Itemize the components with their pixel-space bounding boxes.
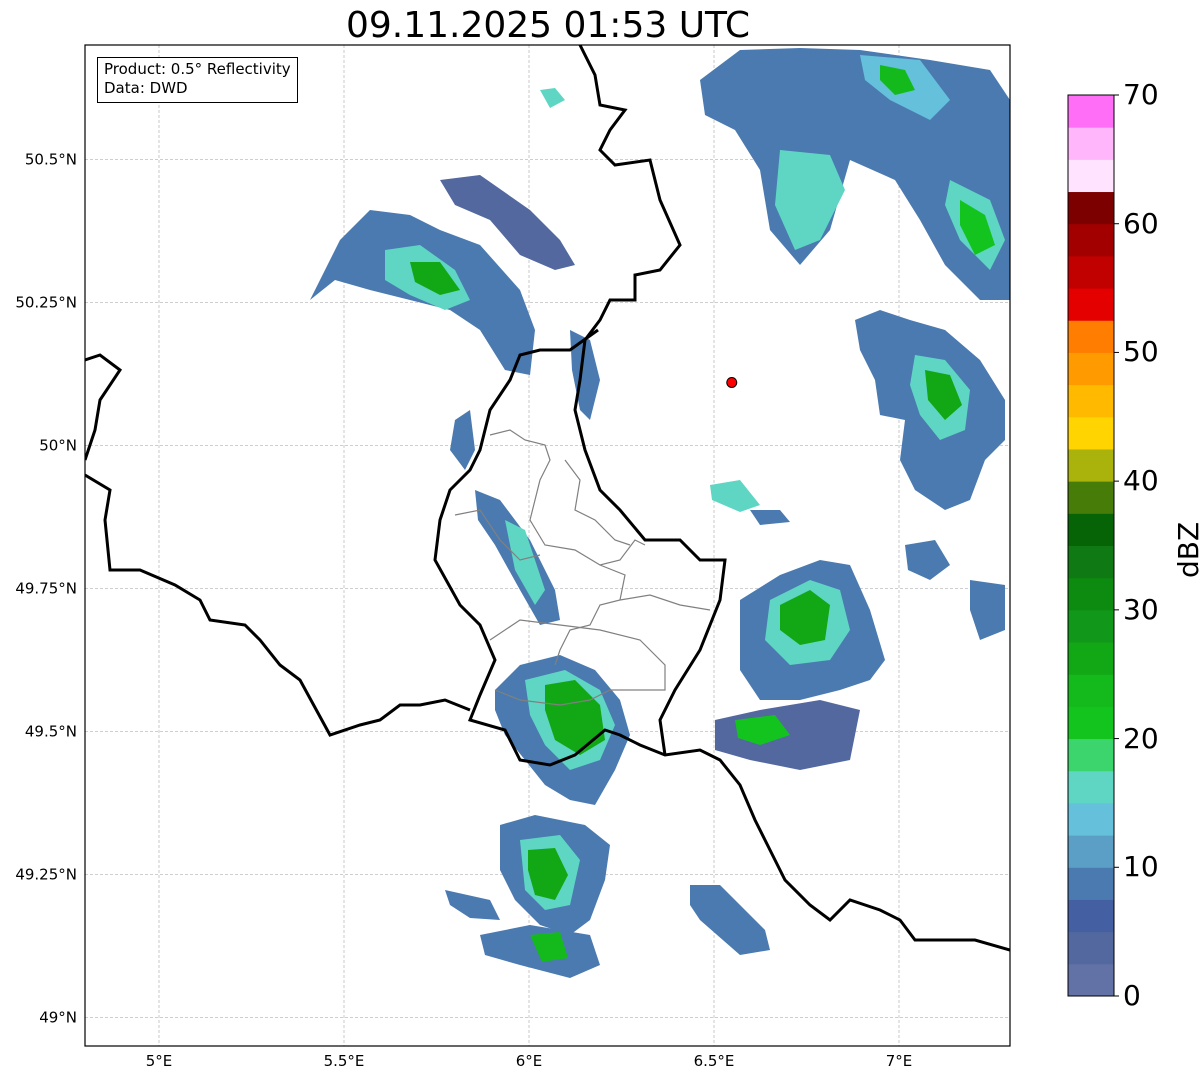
colorbar-segment <box>1068 255 1114 289</box>
colorbar-segment <box>1068 320 1114 353</box>
colorbar <box>1067 94 1119 997</box>
colorbar-tick-label: 70 <box>1123 78 1159 111</box>
echo-cluster-northwest <box>310 175 575 375</box>
data-source-label: Data: DWD <box>104 79 188 97</box>
colorbar-segment <box>1068 416 1114 450</box>
colorbar-segment <box>1068 899 1114 933</box>
longitude-labels: 5°E 5.5°E 6°E 6.5°E 7°E <box>146 1052 913 1070</box>
lat-tick-label: 49.25°N <box>15 865 77 883</box>
colorbar-segment <box>1068 127 1114 160</box>
colorbar-segment <box>1068 577 1114 611</box>
echo-cluster-east <box>855 310 1005 510</box>
colorbar-segment <box>1068 770 1114 804</box>
colorbar-segment <box>1068 642 1114 675</box>
lon-tick-label: 6°E <box>516 1052 543 1070</box>
lon-tick-label: 7°E <box>886 1052 913 1070</box>
colorbar-tick-label: 30 <box>1123 592 1159 626</box>
colorbar-segment <box>1068 513 1114 546</box>
lon-tick-label: 5°E <box>146 1052 173 1070</box>
latitude-labels: 49°N 49.25°N 49.5°N 49.75°N 50°N 50.25°N 50.5°… <box>15 150 77 1026</box>
colorbar-segment <box>1068 738 1114 772</box>
colorbar-segment <box>1068 545 1114 579</box>
colorbar-segment <box>1068 191 1114 225</box>
colorbar-tick-label: 60 <box>1123 206 1159 240</box>
colorbar-tick-label: 40 <box>1123 464 1159 498</box>
lat-tick-label: 50.5°N <box>25 150 77 168</box>
echo-cluster-center-east <box>715 560 885 770</box>
lat-tick-label: 50°N <box>39 436 77 454</box>
colorbar-segment <box>1068 609 1114 643</box>
colorbar-segment <box>1068 706 1114 740</box>
colorbar-tick-label: 0 <box>1123 979 1141 1012</box>
colorbar-tick-label: 20 <box>1123 721 1159 755</box>
echo-cluster-northeast <box>700 48 1010 300</box>
product-label: Product: 0.5° Reflectivity <box>104 60 291 78</box>
colorbar-segment <box>1068 931 1114 965</box>
colorbar-segment <box>1068 159 1114 193</box>
product-info-box: Product: 0.5° Reflectivity Data: DWD <box>97 57 298 103</box>
colorbar-segment <box>1068 384 1114 418</box>
lat-tick-label: 49.75°N <box>15 579 77 597</box>
colorbar-segment <box>1068 867 1114 900</box>
colorbar-segment <box>1068 288 1114 321</box>
colorbar-segment <box>1068 674 1114 707</box>
radar-map[interactable]: 49°N 49.25°N 49.5°N 49.75°N 50°N 50.25°N 50.5°… <box>0 0 1202 1081</box>
colorbar-segment <box>1068 223 1114 257</box>
colorbar-unit-label: dBZ <box>1172 521 1202 578</box>
colorbar-segment <box>1068 352 1114 386</box>
lon-tick-label: 6.5°E <box>694 1052 735 1070</box>
colorbar-segment <box>1068 448 1114 482</box>
lon-tick-label: 5.5°E <box>324 1052 365 1070</box>
colorbar-tick-label: 10 <box>1123 850 1159 884</box>
colorbar-tick-label: 50 <box>1123 335 1159 369</box>
radar-site-marker[interactable] <box>726 376 738 388</box>
lat-tick-label: 50.25°N <box>15 293 77 311</box>
radar-echoes <box>310 48 1010 978</box>
colorbar-segment <box>1068 802 1114 836</box>
colorbar-segment <box>1068 95 1114 128</box>
country-borders <box>85 45 1010 952</box>
echo-cluster-south <box>445 655 770 978</box>
colorbar-segment <box>1068 963 1114 997</box>
lat-tick-label: 49°N <box>39 1008 77 1026</box>
lat-tick-label: 49.5°N <box>25 722 77 740</box>
colorbar-segment <box>1068 481 1114 514</box>
colorbar-segment <box>1068 835 1114 868</box>
